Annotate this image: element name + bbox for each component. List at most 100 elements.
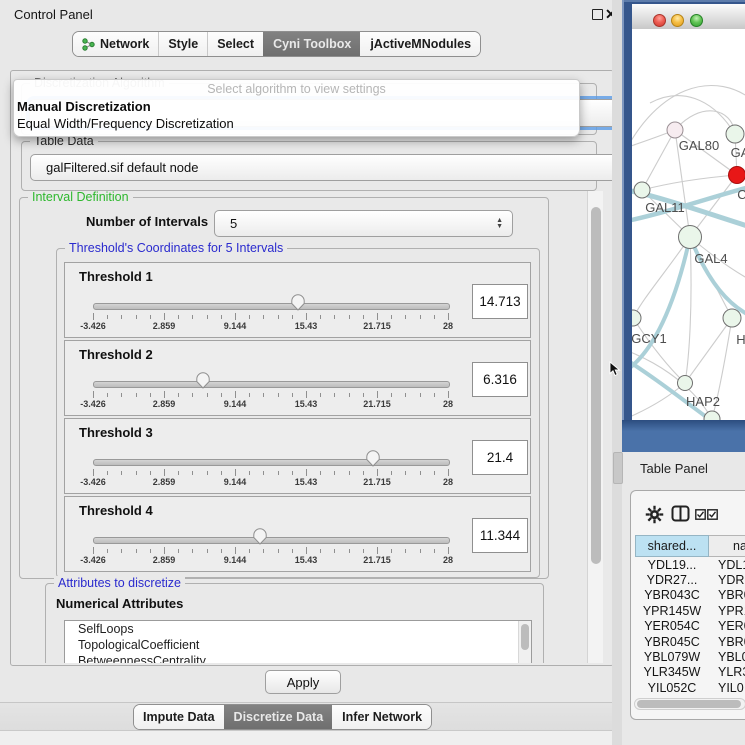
group-title: Attributes to discretize (54, 576, 185, 590)
module-tabbar: Network Style SelectCyni Toolbox jActiveMNo… (72, 31, 481, 57)
slider-ticks (65, 547, 530, 555)
minimize-traffic-light-icon[interactable] (671, 14, 684, 27)
splitter-handle[interactable] (613, 452, 623, 484)
table-data-combobox[interactable]: galFiltered.sif default node ▲▼ (30, 154, 633, 181)
threshold-value-field[interactable]: 14.713 (472, 284, 528, 319)
list-item-selfloops[interactable]: SelfLoops (65, 621, 531, 637)
table-row-ypr145w[interactable]: YPR145WYPR1 (635, 603, 745, 618)
bottom-tab-impute-data[interactable]: Impute Data (134, 705, 224, 729)
checkbox-icon[interactable] (707, 509, 718, 520)
column-header-shared-name[interactable]: shared... (635, 535, 709, 557)
attributes-scrollbar[interactable] (518, 621, 531, 663)
table-data-value: galFiltered.sif default node (46, 160, 198, 175)
network-node[interactable] (726, 125, 744, 143)
tab-label: Style (168, 37, 198, 51)
slider-track[interactable] (93, 381, 450, 388)
network-node[interactable] (723, 309, 741, 327)
threshold-panel: Threshold 4 -3.4262.8599.14415.4321.7152… (64, 496, 531, 572)
node-label-c: C (737, 187, 745, 202)
slider-track[interactable] (93, 537, 450, 544)
table-panel: shared... na YDL19...YDL1YDR27...YDR2YBR… (630, 490, 745, 720)
table-row-yer054c[interactable]: YER054CYER0 (635, 619, 745, 634)
table-row-ybr043c[interactable]: YBR043CYBR0 (635, 588, 745, 603)
checkbox-icon[interactable] (695, 509, 706, 520)
float-window-icon[interactable] (592, 9, 603, 20)
table-row-ylr345w[interactable]: YLR345WYLR3 (635, 665, 745, 680)
network-node[interactable] (704, 411, 720, 420)
settings-scrollbar[interactable] (587, 191, 603, 663)
slider-track[interactable] (93, 459, 450, 466)
panel-title: Control Panel (14, 7, 93, 22)
bottom-tab-infer-network[interactable]: Infer Network (332, 705, 431, 729)
slider-tick-labels: -3.4262.8599.14415.4321.71528 (65, 477, 530, 489)
tab-jactivemnodules[interactable]: jActiveMNodules (360, 32, 480, 56)
close-traffic-light-icon[interactable] (653, 14, 666, 27)
cell-name: YBR0 (709, 588, 745, 602)
threshold-label: Threshold 4 (79, 503, 153, 518)
network-node[interactable] (679, 226, 702, 249)
threshold-value-field[interactable]: 21.4 (472, 440, 528, 475)
slider-thumb[interactable] (195, 371, 211, 389)
network-node[interactable] (678, 376, 693, 391)
slider-track[interactable] (93, 303, 450, 310)
network-node[interactable] (634, 182, 650, 198)
split-view-icon[interactable] (671, 504, 690, 523)
table-row-ybr045c[interactable]: YBR045CYBR0 (635, 634, 745, 649)
threshold-panel: Threshold 3 -3.4262.8599.14415.4321.7152… (64, 418, 531, 494)
tab-style[interactable]: Style (158, 32, 207, 56)
group-title: Interval Definition (28, 191, 133, 204)
cell-name: YPR1 (709, 604, 745, 618)
table-panel-title: Table Panel (640, 461, 708, 476)
slider-tick-labels: -3.4262.8599.14415.4321.71528 (65, 399, 530, 411)
tab-label: jActiveMNodules (370, 37, 471, 51)
slider-thumb[interactable] (365, 449, 381, 467)
node-label-gal4: GAL4 (694, 251, 727, 266)
bottom-tab-discretize-data[interactable]: Discretize Data (224, 705, 333, 729)
popup-option-manual-discretization[interactable]: Manual Discretization (14, 98, 579, 115)
network-window-frame[interactable]: GAL80GACGAL11GAL4GCY1HHAP2 (622, 0, 745, 452)
column-header-name[interactable]: na (709, 535, 745, 557)
list-item-betweennesscentrality[interactable]: BetweennessCentrality (65, 653, 531, 663)
slider-thumb[interactable] (252, 527, 268, 545)
cyni-mode-tabbar: Impute Data Discretize DataInfer Network (133, 704, 432, 730)
cell-name: YDL1 (709, 558, 745, 572)
table-row-ydr27[interactable]: YDR27...YDR2 (635, 572, 745, 587)
cell-name: YLR3 (709, 665, 745, 679)
apply-button[interactable]: Apply (265, 670, 341, 694)
slider-thumb[interactable] (290, 293, 306, 311)
table-horizontal-scrollbar[interactable] (634, 698, 745, 710)
scrollbar-thumb[interactable] (521, 624, 529, 650)
popup-option-equal-width-frequency-discretization[interactable]: Equal Width/Frequency Discretization (14, 115, 579, 132)
tab-label: Impute Data (143, 710, 215, 724)
cell-shared-name: YER054C (635, 619, 709, 633)
number-of-intervals-combobox[interactable]: 5 ▲▼ (214, 210, 513, 237)
gear-icon[interactable] (645, 505, 664, 524)
cell-shared-name: YLR345W (635, 665, 709, 679)
tab-cyni-toolbox[interactable]: Cyni Toolbox (263, 32, 360, 56)
network-window-titlebar[interactable] (632, 4, 745, 30)
threshold-value-field[interactable]: 11.344 (472, 518, 528, 553)
network-canvas[interactable]: GAL80GACGAL11GAL4GCY1HHAP2 (632, 29, 745, 420)
table-row-ydl19[interactable]: YDL19...YDL1 (635, 557, 745, 572)
cell-name: YBL0 (709, 650, 745, 664)
group-title: Threshold's Coordinates for 5 Intervals (65, 241, 287, 255)
cell-shared-name: YBR045C (635, 635, 709, 649)
table-row-yil052c[interactable]: YIL052CYIL0 (635, 680, 745, 695)
tab-label: Network (100, 37, 149, 51)
scrollbar-thumb[interactable] (637, 700, 741, 708)
threshold-value-field[interactable]: 6.316 (472, 362, 528, 397)
scrollbar-thumb[interactable] (591, 207, 601, 564)
popup-hint: Select algorithm to view settings (14, 80, 579, 98)
tab-select[interactable]: Select (207, 32, 263, 56)
cell-shared-name: YIL052C (635, 681, 709, 695)
node-label-gal11: GAL11 (645, 200, 685, 215)
network-node[interactable] (632, 310, 641, 326)
table-row-ybl079w[interactable]: YBL079WYBL0 (635, 649, 745, 664)
numerical-attributes-list[interactable]: SelfLoopsTopologicalCoefficientBetweenne… (64, 620, 532, 663)
network-node[interactable] (729, 167, 745, 184)
zoom-traffic-light-icon[interactable] (690, 14, 703, 27)
list-item-topologicalcoefficient[interactable]: TopologicalCoefficient (65, 637, 531, 653)
attribute-items: SelfLoopsTopologicalCoefficientBetweenne… (65, 621, 531, 663)
tab-network[interactable]: Network (73, 32, 158, 56)
network-node[interactable] (667, 122, 683, 138)
